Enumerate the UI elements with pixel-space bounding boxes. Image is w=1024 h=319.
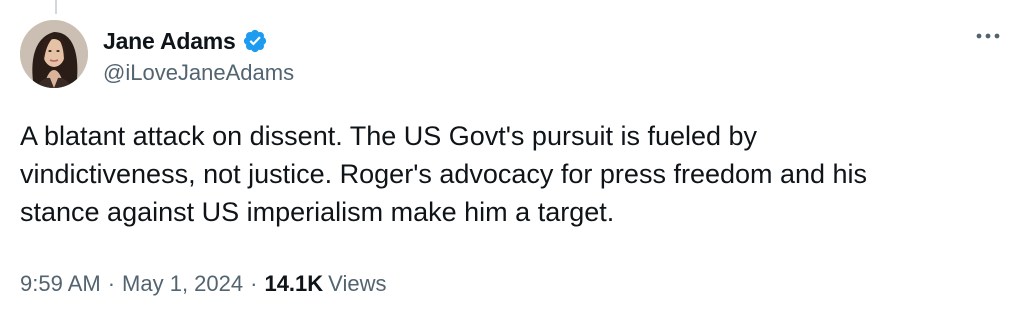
tweet-date[interactable]: May 1, 2024: [122, 271, 243, 297]
tweet-meta: 9:59 AM · May 1, 2024 · 14.1K Views: [20, 271, 386, 297]
tweet-card: Jane Adams @iLoveJaneAdams A blatant att…: [0, 0, 1024, 319]
author-handle[interactable]: @iLoveJaneAdams: [103, 60, 294, 86]
author-display-name[interactable]: Jane Adams: [103, 28, 236, 55]
author-name-row: Jane Adams: [103, 26, 268, 56]
avatar-photo: [20, 20, 88, 88]
views-label[interactable]: Views: [328, 271, 386, 297]
avatar[interactable]: [20, 20, 88, 88]
verified-badge-icon[interactable]: [242, 28, 268, 54]
views-count[interactable]: 14.1K: [264, 271, 323, 297]
thread-connector-line: [55, 0, 57, 14]
tweet-time[interactable]: 9:59 AM: [20, 271, 101, 297]
more-options-button[interactable]: [974, 22, 1002, 50]
more-horizontal-icon: [976, 33, 1000, 39]
meta-separator: ·: [250, 271, 258, 296]
meta-separator: ·: [107, 271, 116, 296]
tweet-text: A blatant attack on dissent. The US Govt…: [20, 121, 868, 227]
